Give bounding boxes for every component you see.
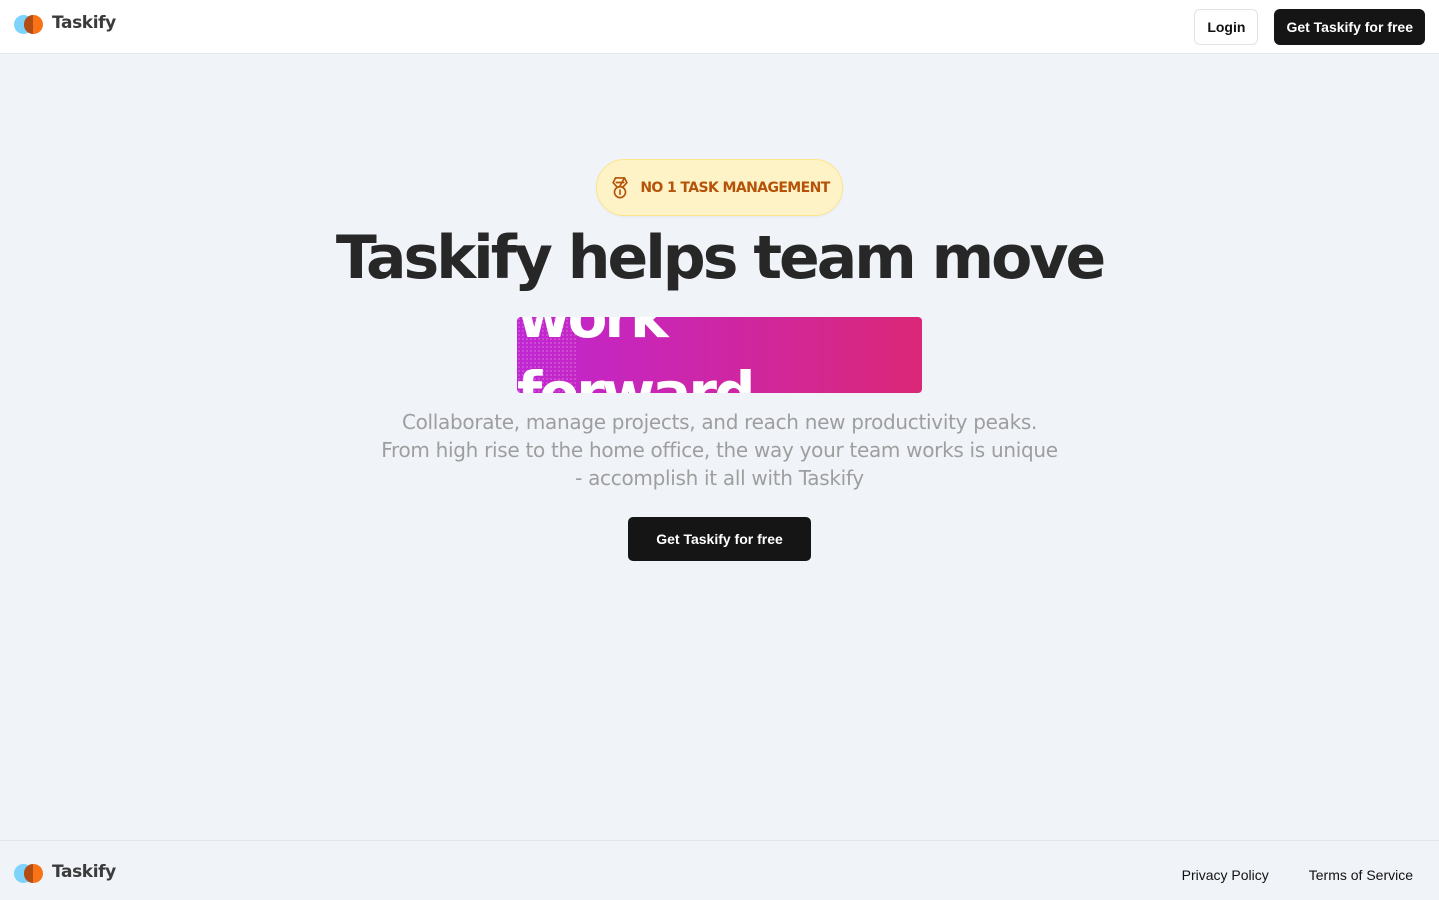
medal-icon [612,176,629,198]
hero-highlight-text: work forward. [517,317,775,393]
get-taskify-hero-button[interactable]: Get Taskify for free [628,517,811,561]
footer-links: Privacy Policy Terms of Service [1182,867,1413,883]
page: Taskify Login Get Taskify for free No 1 … [0,0,1439,900]
hero-headline: Taskify helps team move [335,223,1106,293]
logo-text: Taskify [52,13,116,33]
footer-logo[interactable]: Taskify [14,861,116,883]
hero-subtitle: Collaborate, manage projects, and reach … [381,410,1058,490]
badge: No 1 task management [596,159,843,216]
login-button[interactable]: Login [1194,9,1259,45]
logo-icon [14,12,44,34]
hero-highlight: work forward. [517,317,922,393]
header-actions: Login Get Taskify for free [1194,9,1425,45]
hero-section: No 1 task management Taskify helps team … [0,54,1439,840]
privacy-policy-link[interactable]: Privacy Policy [1182,867,1269,883]
logo-icon [14,861,44,883]
badge-text: No 1 task management [640,179,830,196]
logo-text: Taskify [52,862,116,882]
terms-of-service-link[interactable]: Terms of Service [1309,867,1413,883]
footer: Taskify Privacy Policy Terms of Service [0,840,1439,900]
get-taskify-header-button[interactable]: Get Taskify for free [1274,9,1425,45]
top-navbar: Taskify Login Get Taskify for free [0,0,1439,54]
header-logo[interactable]: Taskify [14,12,116,34]
